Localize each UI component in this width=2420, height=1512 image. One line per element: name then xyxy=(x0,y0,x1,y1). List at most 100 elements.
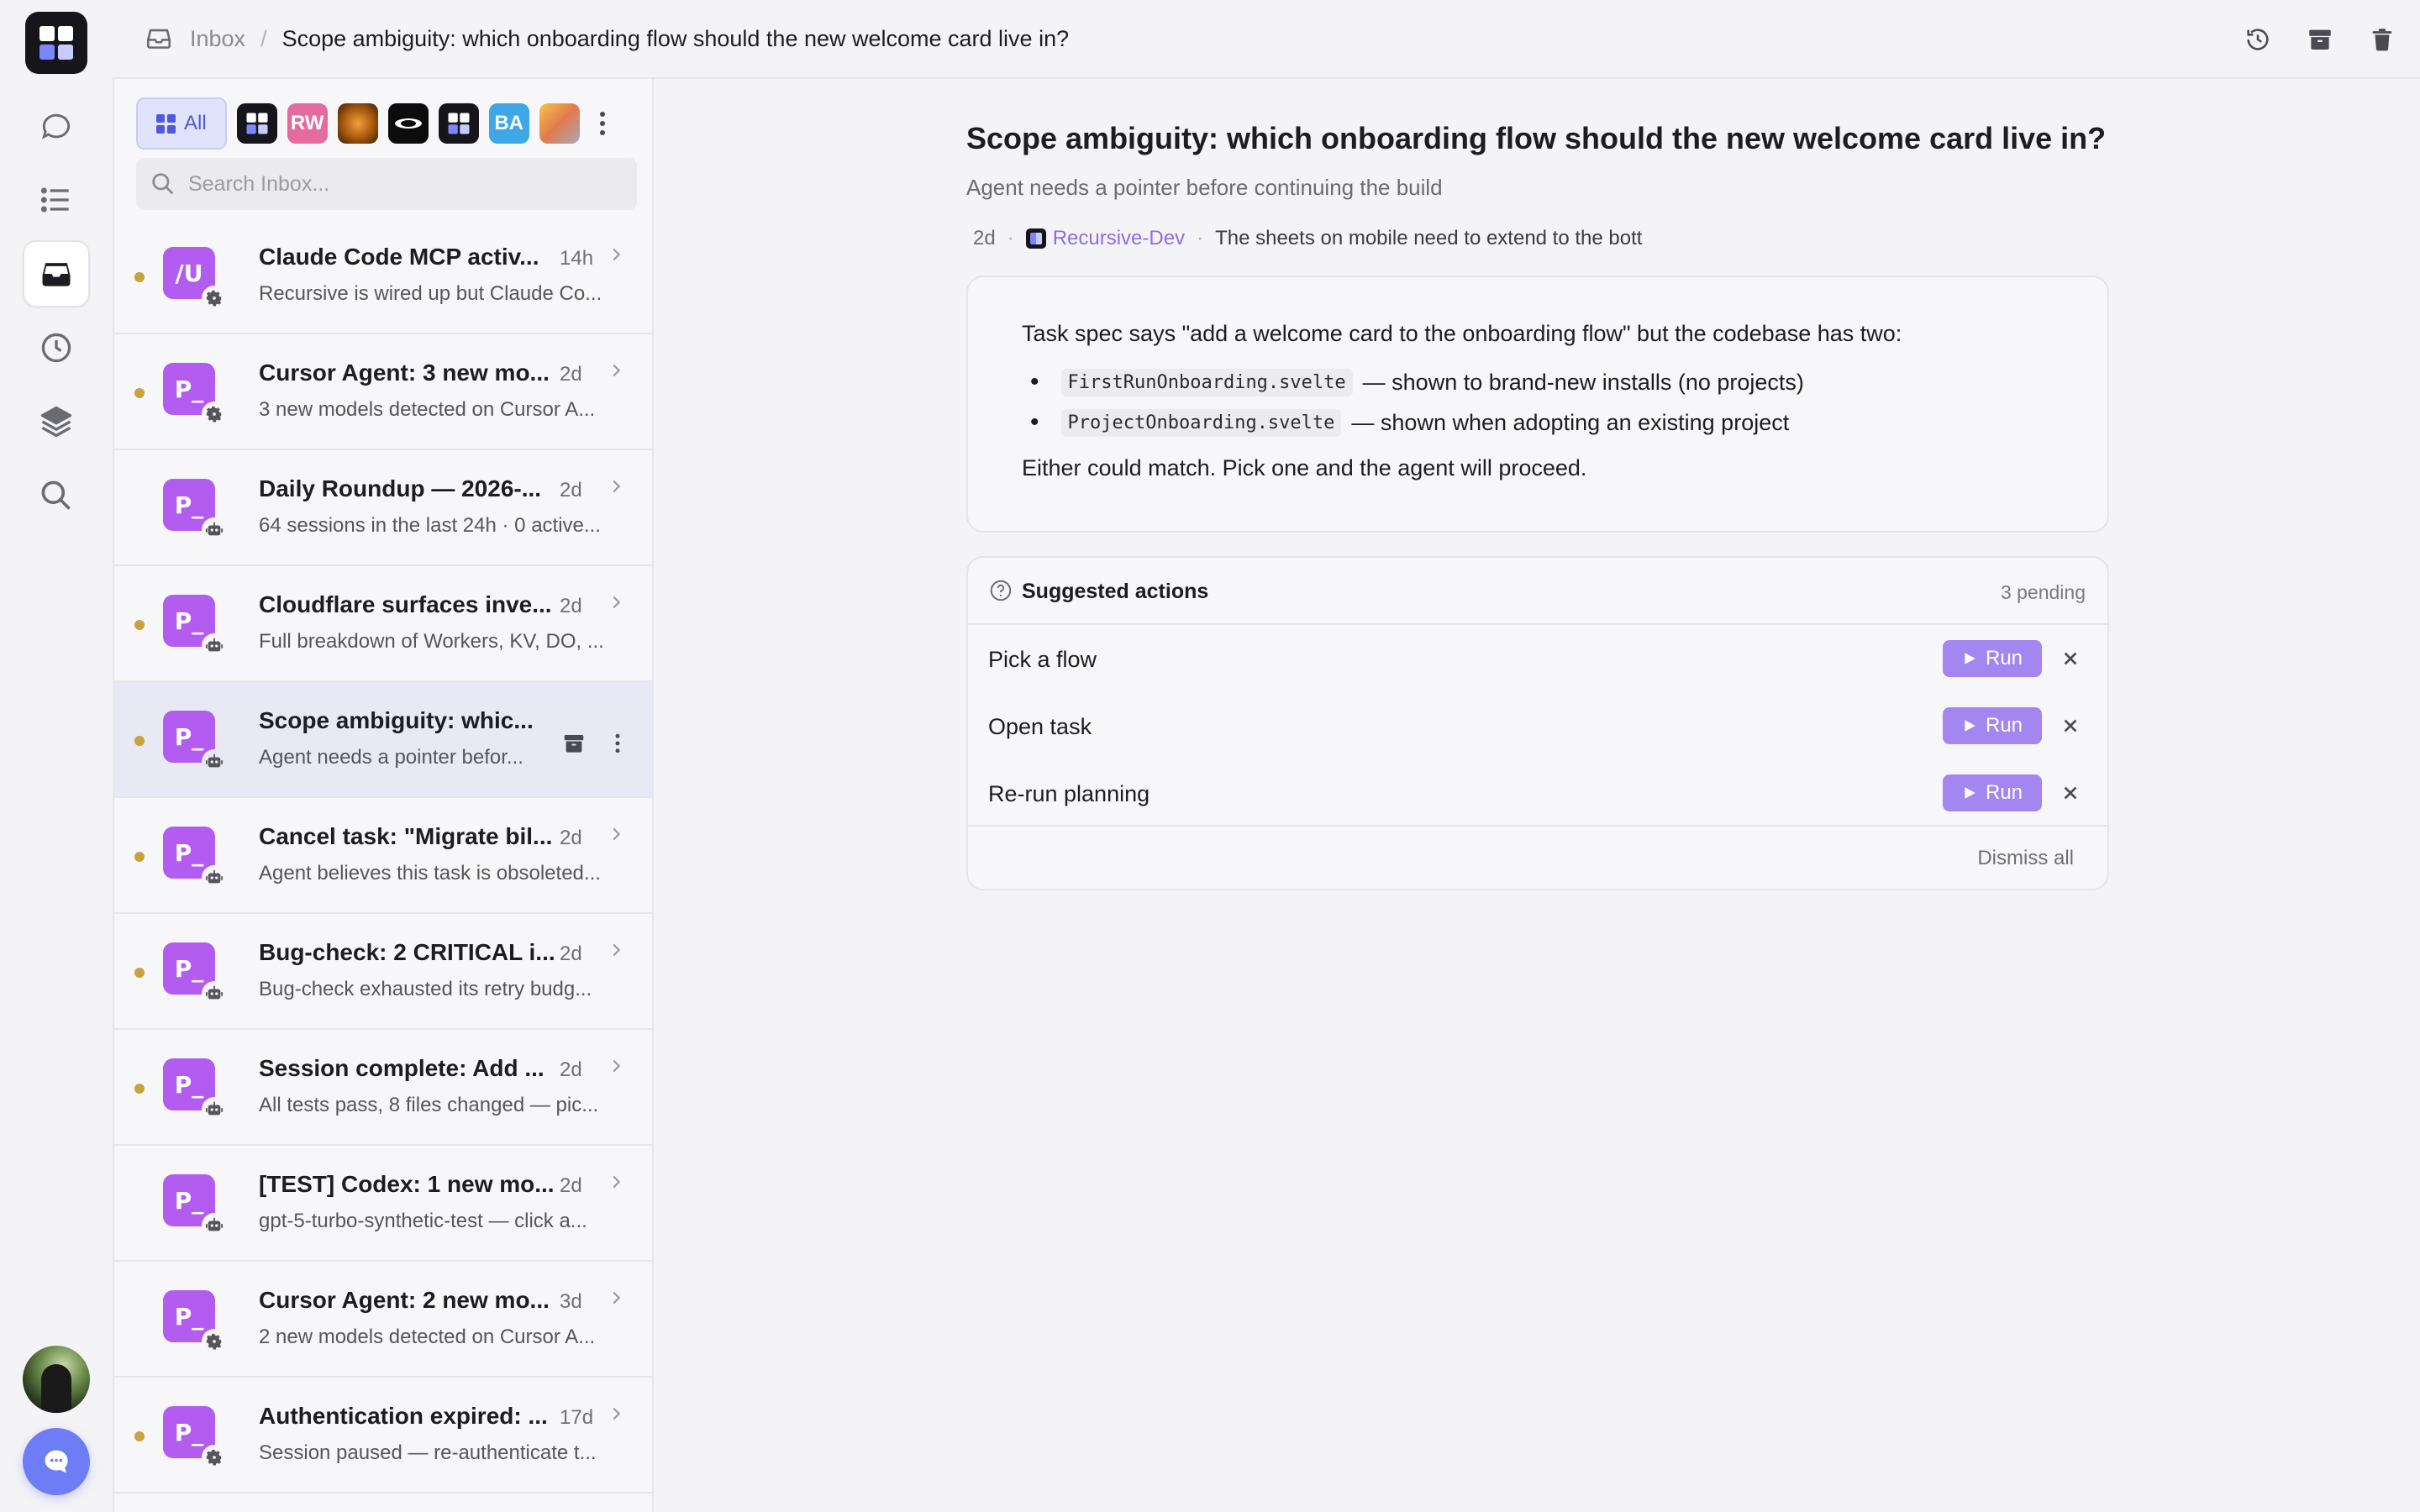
inbox-item[interactable]: P_ Cloudflare surfaces inve... 2d Full brea… xyxy=(114,566,652,682)
more-vertical-icon[interactable] xyxy=(605,731,630,756)
list-icon xyxy=(40,187,69,213)
list-nav-button[interactable] xyxy=(23,166,90,234)
dismiss-all-button[interactable]: Dismiss all xyxy=(1977,847,2074,870)
archive-icon[interactable] xyxy=(561,731,587,756)
breadcrumb-separator: / xyxy=(260,25,267,51)
unread-dot xyxy=(134,620,145,630)
chat-icon xyxy=(41,113,71,139)
delete-button[interactable] xyxy=(2366,24,2398,55)
item-title: Authentication expired: ... xyxy=(259,1403,548,1429)
search-nav-button[interactable] xyxy=(23,462,90,529)
inbox-item[interactable]: P_ Cursor Agent: 3 new mo... 2d 3 new model… xyxy=(114,334,652,450)
workspace-rw[interactable]: RW xyxy=(287,103,328,144)
item-type-badge xyxy=(202,1445,227,1470)
message-intro: Task spec says "add a welcome card to th… xyxy=(1022,321,1902,346)
inbox-search xyxy=(136,158,637,210)
dismiss-action-button[interactable] xyxy=(2059,647,2082,670)
item-type-badge xyxy=(202,517,227,543)
item-title: Cancel task: "Migrate bil... xyxy=(259,823,553,849)
app-logo[interactable] xyxy=(25,12,87,74)
close-icon xyxy=(2064,786,2077,800)
unread-dot xyxy=(134,736,145,746)
item-type-badge xyxy=(202,981,227,1006)
left-rail xyxy=(0,0,113,1512)
workspace-orb[interactable] xyxy=(337,103,378,144)
suggested-action-row: Re-run planning Run xyxy=(968,763,2107,825)
inbox-item[interactable]: P_ Cursor Agent: 2 new mo... 3d 2 new model… xyxy=(114,1262,652,1378)
logo-icon xyxy=(39,26,73,60)
robot-icon xyxy=(205,1217,224,1231)
inbox-nav-button[interactable] xyxy=(23,240,90,307)
filter-more-button[interactable] xyxy=(590,103,615,144)
workspace-recursive[interactable] xyxy=(236,103,277,144)
suggested-actions-heading: Suggested actions xyxy=(1022,580,1209,603)
history-icon xyxy=(41,333,71,363)
inbox-item[interactable]: P_ Authentication expired: ... 17d Session … xyxy=(114,1378,652,1494)
option-item: FirstRunOnboarding.svelte — shown to bra… xyxy=(1030,368,1804,396)
item-title: Claude Code MCP activ... xyxy=(259,244,539,270)
archive-button[interactable] xyxy=(2304,24,2336,55)
workspace-recursive-2[interactable] xyxy=(438,103,479,144)
suggested-actions-card: Suggested actions 3 pending Pick a flow R… xyxy=(966,556,2109,890)
item-title: [TEST] Codex: 1 new mo... xyxy=(259,1171,555,1197)
detail-title: Scope ambiguity: which onboarding flow s… xyxy=(966,121,2107,155)
dismiss-action-button[interactable] xyxy=(2059,714,2082,738)
restore-button[interactable] xyxy=(2242,24,2274,55)
chat-nav-button[interactable] xyxy=(23,92,90,160)
run-action-button[interactable]: Run xyxy=(1943,774,2042,811)
action-label: Re-run planning xyxy=(988,781,1150,806)
inbox-item[interactable]: P_ Daily Roundup — 2026-... 2d 64 sessions … xyxy=(114,450,652,566)
filter-all-label: All xyxy=(184,112,207,134)
item-snippet: 2 new models detected on Cursor A... xyxy=(259,1326,596,1348)
item-snippet: Bug-check exhausted its retry budg... xyxy=(259,978,592,1000)
project-link[interactable]: Recursive-Dev xyxy=(1025,227,1185,250)
trash-icon xyxy=(2372,29,2392,51)
workspace-eclipse[interactable] xyxy=(387,103,429,144)
project-logo-icon xyxy=(1025,228,1046,249)
inbox-list: /U Claude Code MCP activ... 14h Recursive i… xyxy=(114,218,652,1494)
task-excerpt[interactable]: The sheets on mobile need to extend to t… xyxy=(1215,227,1645,250)
item-snippet: Session paused — re-authenticate t... xyxy=(259,1441,597,1464)
run-label: Run xyxy=(1985,714,2023,737)
restore-icon xyxy=(2247,29,2269,50)
item-time: 2d xyxy=(560,479,582,501)
close-icon xyxy=(2064,719,2077,732)
user-avatar[interactable] xyxy=(23,1346,90,1413)
inbox-item[interactable]: P_ [TEST] Codex: 1 new mo... 2d gpt-5-turbo… xyxy=(114,1146,652,1262)
workspace-multicolor[interactable] xyxy=(539,103,580,144)
chevron-right-icon xyxy=(613,364,621,377)
breadcrumb-inbox[interactable]: Inbox xyxy=(190,26,245,52)
grid-icon xyxy=(156,113,176,134)
option-text: — shown when adopting an existing projec… xyxy=(1351,409,1790,435)
unread-dot xyxy=(134,1431,145,1441)
history-nav-button[interactable] xyxy=(23,314,90,381)
workspace-filter-row: All RW BA xyxy=(136,92,639,155)
run-action-button[interactable]: Run xyxy=(1943,640,2042,677)
item-type-badge xyxy=(202,286,227,311)
item-title: Session complete: Add ... xyxy=(259,1055,544,1081)
search-input[interactable] xyxy=(188,171,625,197)
item-type-badge xyxy=(202,749,227,774)
new-chat-button[interactable] xyxy=(23,1428,90,1495)
item-type-badge xyxy=(202,633,227,659)
suggested-action-row: Pick a flow Run xyxy=(968,628,2107,690)
item-snippet: Agent needs a pointer befor... xyxy=(259,746,523,769)
item-time: 2d xyxy=(560,1174,582,1197)
layers-nav-button[interactable] xyxy=(23,388,90,455)
chat-bubble-icon xyxy=(45,1450,68,1473)
filter-all-chip[interactable]: All xyxy=(136,97,227,150)
chevron-right-icon xyxy=(613,943,621,957)
item-snippet: 64 sessions in the last 24h · 0 active..… xyxy=(259,514,601,537)
item-type-badge xyxy=(202,1097,227,1122)
workspace-ba[interactable]: BA xyxy=(488,103,529,144)
dismiss-action-button[interactable] xyxy=(2059,781,2082,805)
inbox-item[interactable]: P_ Cancel task: "Migrate bil... 2d Agent be… xyxy=(114,798,652,914)
item-type-badge xyxy=(202,1213,227,1238)
run-action-button[interactable]: Run xyxy=(1943,707,2042,744)
chevron-right-icon xyxy=(613,1175,621,1189)
inbox-item[interactable]: P_ Session complete: Add ... 2d All tests p… xyxy=(114,1030,652,1146)
chevron-right-icon xyxy=(613,1407,621,1420)
inbox-item[interactable]: /U Claude Code MCP activ... 14h Recursive i… xyxy=(114,218,652,334)
inbox-item[interactable]: P_ Bug-check: 2 CRITICAL i... 2d Bug-check … xyxy=(114,914,652,1030)
inbox-item[interactable]: P_ Scope ambiguity: whic... Agent needs a … xyxy=(114,682,652,798)
